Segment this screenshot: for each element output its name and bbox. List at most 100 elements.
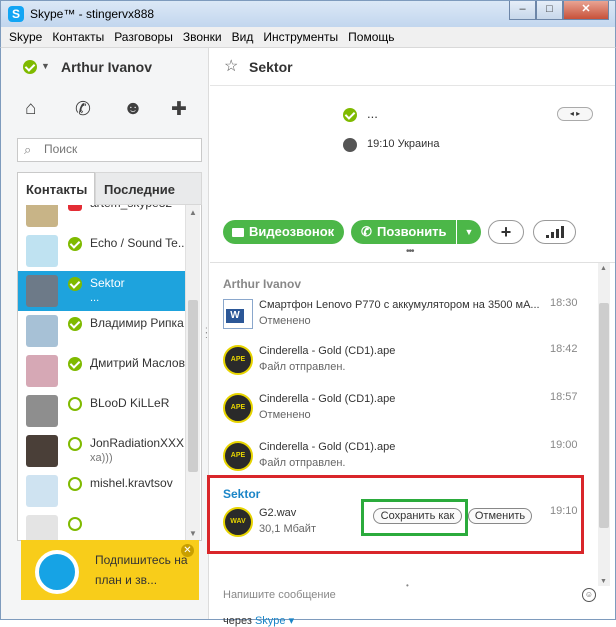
contact-item[interactable]: JonRadiationXXX xa))) [18,431,186,471]
cancel-transfer-button[interactable]: Отменить [468,508,532,524]
contact-name: Sektor [90,276,125,290]
close-button[interactable]: ✕ [563,1,609,20]
menu-help[interactable]: Помощь [348,27,394,47]
contact-name: Дмитрий Маслов [90,356,185,370]
phone-icon: ✆ [361,224,372,239]
file-transfer-message[interactable]: APE Cinderella - Gold (CD1).ape Отменено… [223,391,583,431]
file-name: Cinderella - Gold (CD1).ape [259,441,396,453]
message-time: 19:00 [550,439,578,451]
globe-icon [343,138,357,152]
message-scrollbar[interactable]: ▲ ▼ [598,263,610,586]
profile-nav-arrows[interactable]: ◂ ▸ [557,107,593,121]
avatar [26,275,58,307]
chat-contact-name: Sektor [249,59,293,75]
resize-handle[interactable]: ••• [406,246,414,257]
menu-bar: Skype Контакты Разговоры Звонки Вид Инст… [0,27,616,47]
contact-item[interactable]: artem_skype82 [18,205,186,231]
contact-name: Владимир Рипка [90,316,184,330]
search-box[interactable]: ⌕ [17,138,202,162]
chevron-down-icon[interactable]: ▼ [41,61,50,71]
contact-item[interactable]: Дмитрий Маслов [18,351,186,391]
contact-name: artem_skype82 [90,205,186,210]
contact-item[interactable]: Владимир Рипка [18,311,186,351]
menu-tools[interactable]: Инструменты [263,27,338,47]
maximize-button[interactable]: □ [536,1,563,20]
call-label: Позвонить [377,224,447,239]
offline-status-icon [68,477,82,491]
file-name: Смартфон Lenovo P770 с аккумулятором на … [259,299,539,311]
star-icon[interactable]: ☆ [224,56,238,76]
contact-name: Echo / Sound Te... [90,236,186,250]
menu-view[interactable]: Вид [232,27,254,47]
pane-splitter[interactable]: :: [205,326,209,341]
scroll-up-icon[interactable]: ▲ [189,208,197,217]
file-transfer-message[interactable]: W Смартфон Lenovo P770 с аккумулятором н… [223,297,583,337]
contact-list-scrollbar[interactable]: ▲ ▼ [185,205,200,540]
menu-calls[interactable]: Звонки [183,27,222,47]
scrollbar-thumb[interactable] [599,303,609,528]
avatar [26,315,58,347]
add-button[interactable]: + [488,220,524,244]
profile-header[interactable]: ▼ Arthur Ivanov [1,48,209,86]
contact-mood: ... [90,292,100,304]
compose-area[interactable]: Напишите сообщение ☺ через Skype ▾ [210,588,615,627]
menu-skype[interactable]: Skype [9,27,42,47]
message-sender: Arthur Ivanov [223,277,302,291]
window-titlebar[interactable]: S Skype™ - stingervx888 – □ ✕ [0,0,616,27]
camera-icon [232,228,244,237]
close-icon[interactable]: ✕ [181,544,194,557]
highlight-green-box [361,499,468,536]
tab-contacts[interactable]: Контакты [17,172,95,205]
contact-item[interactable] [18,511,186,540]
contact-item[interactable]: BLooD KiLLeR [18,391,186,431]
phone-icon[interactable]: ✆ [75,98,91,121]
emoticon-icon[interactable]: ☺ [582,588,596,602]
avatar [26,235,58,267]
via-service[interactable]: Skype ▾ [255,615,294,627]
scrollbar-thumb[interactable] [188,300,198,472]
file-status: Отменено [259,315,311,327]
online-status-icon[interactable] [23,60,37,74]
compose-input[interactable]: Напишите сообщение [223,589,336,601]
contact-name: JonRadiationXXX [90,436,185,450]
offline-status-icon [68,437,82,451]
video-call-button[interactable]: Видеозвонок [223,220,344,244]
profile-name[interactable]: Arthur Ivanov [61,59,152,75]
skype-logo-icon: S [8,6,24,22]
tab-recent[interactable]: Последние [95,172,202,205]
contact-item[interactable]: mishel.kravtsov [18,471,186,511]
resize-handle[interactable]: • [406,581,409,590]
avatar [26,475,58,507]
file-transfer-message[interactable]: APE Cinderella - Gold (CD1).ape Файл отп… [223,439,583,479]
avatar [26,205,58,227]
file-transfer-message[interactable]: APE Cinderella - Gold (CD1).ape Файл отп… [223,343,583,383]
home-icon[interactable]: ⌂ [25,98,36,120]
scroll-down-icon[interactable]: ▼ [189,529,197,538]
file-name: Cinderella - Gold (CD1).ape [259,345,396,357]
busy-status-icon [68,205,82,211]
promo-text: Подпишитесь на план и зв... [95,553,188,587]
toolbar-icons: ⌂ ✆ ☻ ✚ [1,98,209,124]
menu-contacts[interactable]: Контакты [52,27,104,47]
scroll-down-icon[interactable]: ▼ [600,578,607,585]
online-status-icon [68,357,82,371]
contact-name: BLooD KiLLeR [90,396,170,410]
promo-banner[interactable]: Подпишитесь на план и зв... ✕ [21,540,199,600]
menu-conversations[interactable]: Разговоры [114,27,173,47]
call-button[interactable]: ✆ Позвонить [351,220,456,244]
globe-icon [35,550,79,594]
scroll-up-icon[interactable]: ▲ [600,265,607,272]
call-dropdown-button[interactable]: ▼ [457,220,481,244]
group-icon[interactable]: ☻ [123,98,143,120]
contact-item[interactable]: Echo / Sound Te... [18,231,186,271]
online-status-icon [68,237,82,251]
minimize-button[interactable]: – [509,1,536,20]
add-contact-icon[interactable]: ✚ [171,98,187,121]
send-via[interactable]: через Skype ▾ [223,614,294,627]
search-input[interactable] [44,142,194,156]
contact-mood: xa))) [90,452,113,464]
window-title: Skype™ - stingervx888 [30,7,155,21]
message-time: 18:30 [550,297,578,309]
call-quality-button[interactable] [533,220,576,244]
contact-item-selected[interactable]: Sektor ... [18,271,186,311]
